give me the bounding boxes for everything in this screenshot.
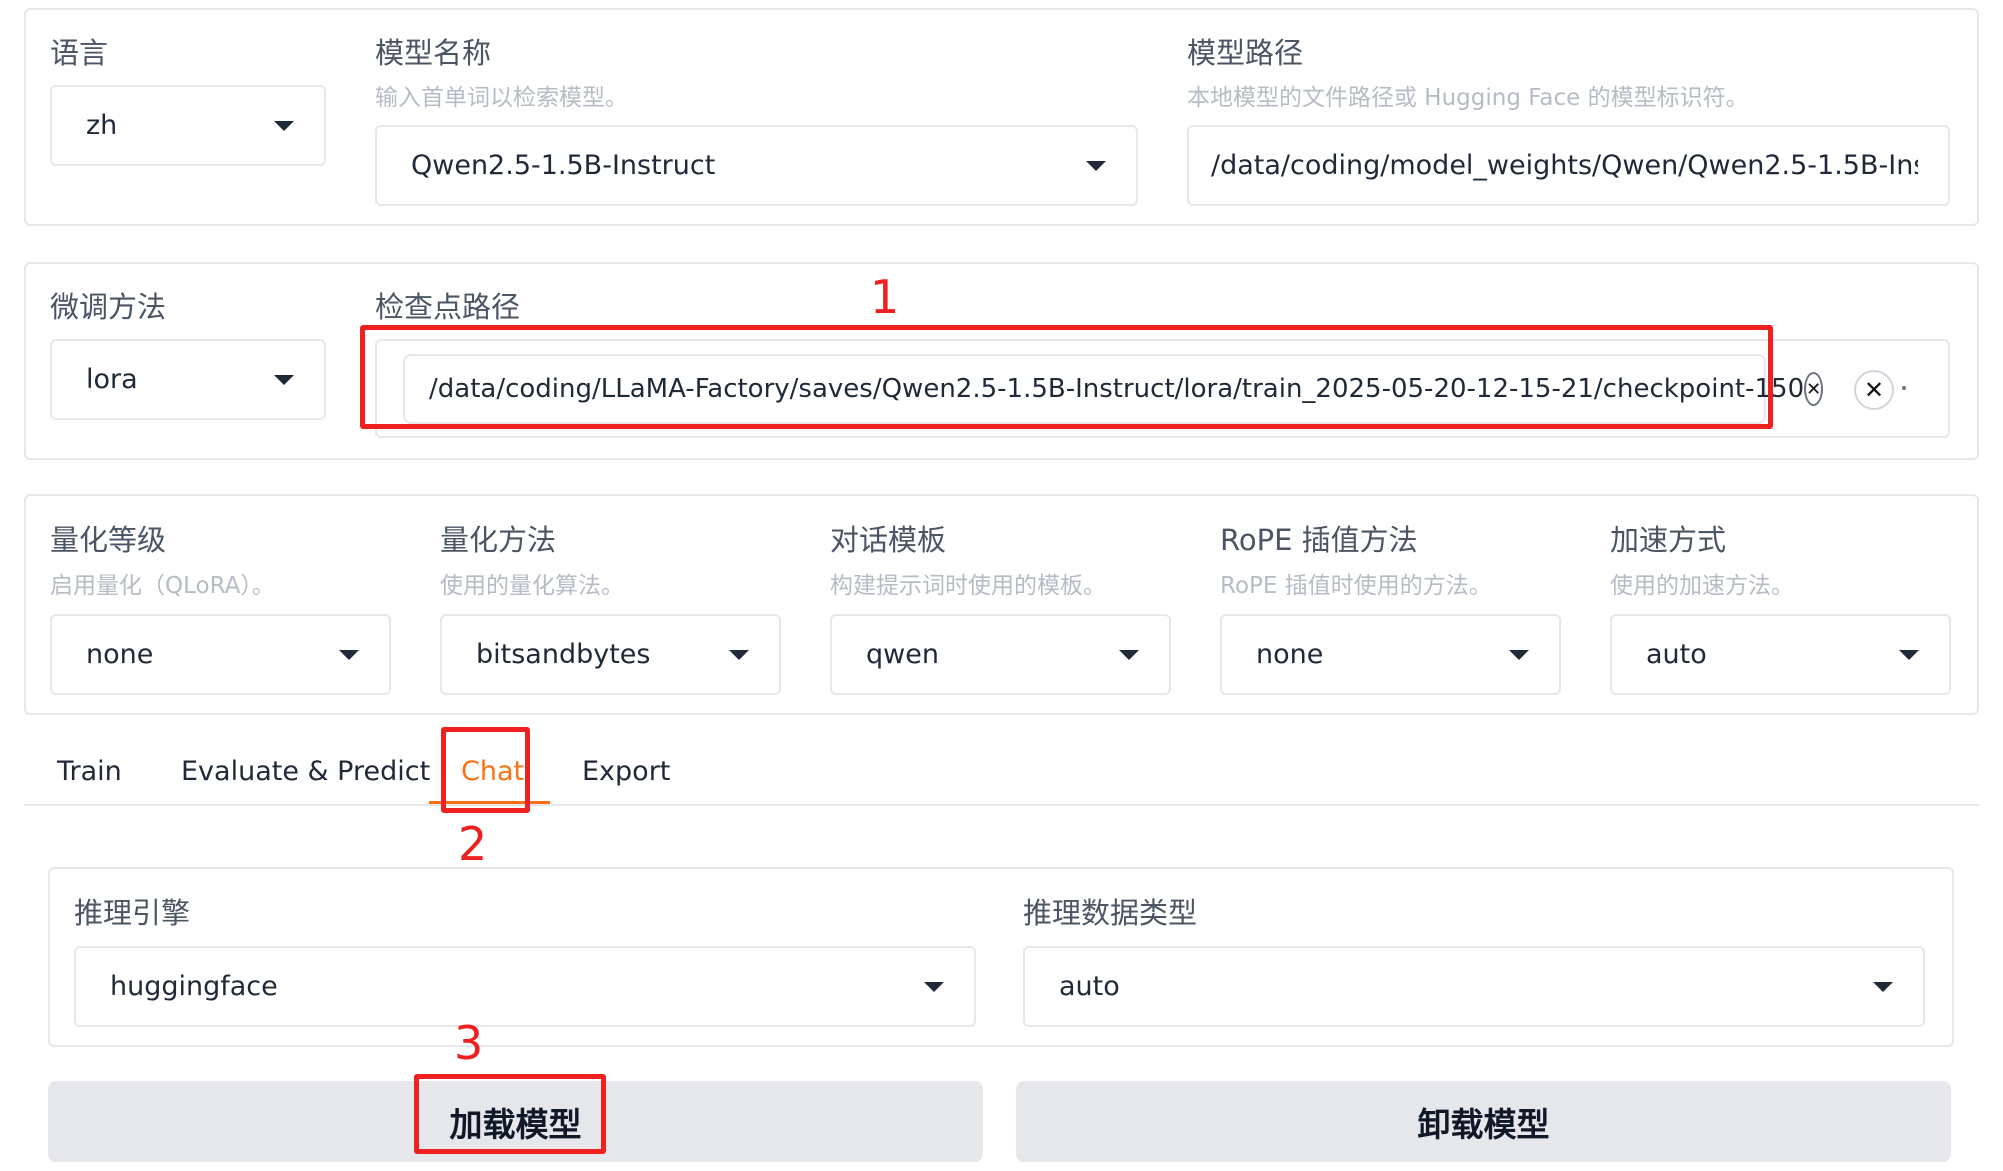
booster-info: 使用的加速方法。	[1610, 573, 1794, 599]
infer-backend-value: huggingface	[110, 971, 278, 1002]
model-path-label: 模型路径	[1187, 36, 1304, 70]
model-name-dropdown[interactable]: Qwen2.5-1.5B-Instruct	[375, 125, 1138, 206]
quantization-method-label: 量化方法	[440, 523, 557, 557]
infer-backend-dropdown[interactable]: huggingface	[74, 946, 976, 1027]
chevron-down-icon	[339, 649, 359, 660]
quantization-method-dropdown[interactable]: bitsandbytes	[440, 614, 781, 695]
rope-scaling-label: RoPE 插值方法	[1220, 523, 1418, 557]
quantization-method-info: 使用的量化算法。	[440, 573, 624, 599]
chevron-down-icon	[729, 649, 749, 660]
chevron-down-icon	[274, 120, 294, 131]
finetuning-method-label: 微调方法	[50, 290, 167, 324]
quantization-bit-dropdown[interactable]: none	[50, 614, 391, 695]
chat-template-info: 构建提示词时使用的模板。	[830, 573, 1106, 599]
finetuning-method-value: lora	[86, 364, 138, 395]
model-name-label: 模型名称	[375, 36, 492, 70]
annotation-box-2	[441, 727, 530, 813]
chevron-down-icon	[1509, 649, 1529, 660]
model-path-input[interactable]: /data/coding/model_weights/Qwen/Qwen2.5-…	[1187, 125, 1950, 206]
dropdown-dot-icon	[1902, 386, 1906, 390]
model-path-value: /data/coding/model_weights/Qwen/Qwen2.5-…	[1211, 150, 1918, 181]
chevron-down-icon	[924, 981, 944, 992]
model-name-info: 输入首单词以检索模型。	[375, 85, 628, 111]
clear-all-icon[interactable]: ✕	[1854, 370, 1894, 410]
chevron-down-icon	[1899, 649, 1919, 660]
rope-scaling-dropdown[interactable]: none	[1220, 614, 1561, 695]
chat-template-dropdown[interactable]: qwen	[830, 614, 1171, 695]
tab-export[interactable]: Export	[582, 756, 670, 787]
quantization-method-value: bitsandbytes	[476, 639, 651, 670]
chevron-down-icon	[1086, 160, 1106, 171]
quantization-bit-label: 量化等级	[50, 523, 167, 557]
annotation-number-3: 3	[454, 1016, 484, 1070]
annotation-number-1: 1	[870, 270, 900, 324]
tab-bar-divider	[24, 804, 1979, 806]
chevron-down-icon	[1873, 981, 1893, 992]
infer-backend-label: 推理引擎	[74, 896, 191, 930]
model-name-value: Qwen2.5-1.5B-Instruct	[411, 150, 716, 181]
language-label: 语言	[50, 36, 109, 70]
chat-template-label: 对话模板	[830, 523, 947, 557]
rope-scaling-value: none	[1256, 639, 1324, 670]
annotation-box-1	[360, 325, 1773, 429]
booster-label: 加速方式	[1610, 523, 1727, 557]
chevron-down-icon	[1119, 649, 1139, 660]
chevron-down-icon	[274, 374, 294, 385]
finetuning-method-dropdown[interactable]: lora	[50, 339, 326, 420]
language-value: zh	[86, 110, 118, 141]
rope-scaling-info: RoPE 插值时使用的方法。	[1220, 573, 1492, 599]
unload-model-button[interactable]: 卸载模型	[1016, 1081, 1951, 1162]
checkpoint-path-label: 检查点路径	[375, 290, 521, 324]
model-path-info: 本地模型的文件路径或 Hugging Face 的模型标识符。	[1187, 85, 1749, 111]
tab-train[interactable]: Train	[57, 756, 122, 787]
annotation-number-2: 2	[458, 817, 488, 871]
infer-dtype-dropdown[interactable]: auto	[1023, 946, 1925, 1027]
quantization-bit-value: none	[86, 639, 154, 670]
language-dropdown[interactable]: zh	[50, 85, 326, 166]
quantization-bit-info: 启用量化（QLoRA）。	[50, 573, 275, 599]
booster-value: auto	[1646, 639, 1707, 670]
annotation-box-3	[414, 1074, 606, 1154]
booster-dropdown[interactable]: auto	[1610, 614, 1951, 695]
tab-evaluate-predict[interactable]: Evaluate & Predict	[181, 756, 430, 787]
infer-dtype-value: auto	[1059, 971, 1120, 1002]
infer-dtype-label: 推理数据类型	[1023, 896, 1198, 930]
chat-template-value: qwen	[866, 639, 939, 670]
